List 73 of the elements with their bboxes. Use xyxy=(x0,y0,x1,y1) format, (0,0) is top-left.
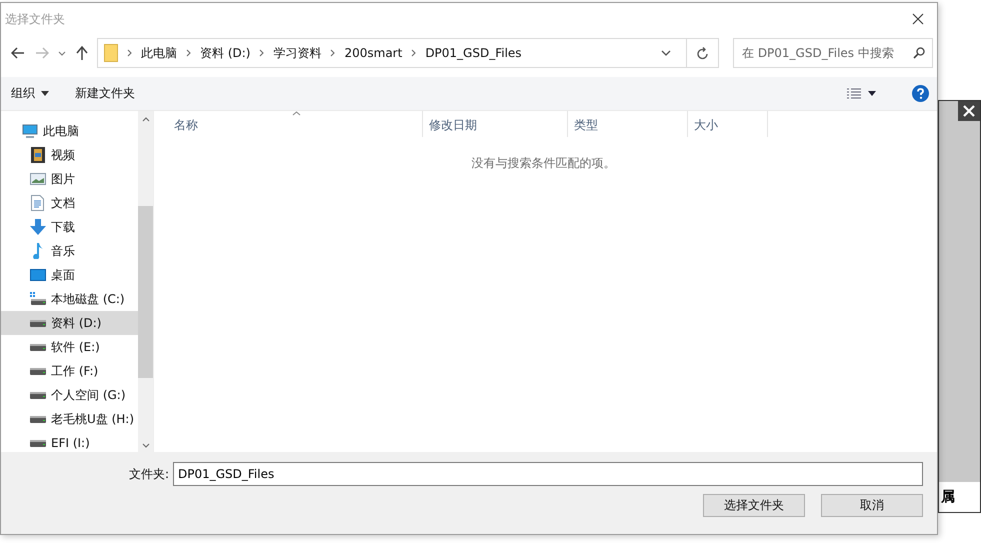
search-icon xyxy=(913,47,925,59)
dropdown-icon[interactable] xyxy=(661,50,671,56)
drive-icon xyxy=(30,320,46,326)
drive-icon xyxy=(30,392,46,398)
empty-message: 没有与搜索条件匹配的项。 xyxy=(470,155,616,172)
column-header[interactable]: 类型 xyxy=(568,111,688,137)
sidebar-item[interactable]: 视频 xyxy=(1,143,138,167)
breadcrumb-item[interactable]: 学习资料 xyxy=(273,44,322,62)
drive-icon xyxy=(30,368,46,374)
sidebar-item[interactable]: 资料 (D:) xyxy=(1,311,138,335)
help-button[interactable] xyxy=(912,85,929,102)
details-view-icon xyxy=(846,88,862,100)
sidebar-item[interactable]: 文档 xyxy=(1,191,138,215)
close-button[interactable] xyxy=(958,101,980,121)
caret-icon xyxy=(868,91,876,96)
column-header[interactable]: 名称 xyxy=(168,111,423,137)
scrollbar-thumb[interactable] xyxy=(138,206,153,378)
close-icon xyxy=(912,13,924,25)
sidebar-item[interactable]: 老毛桃U盘 (H:) xyxy=(1,407,138,431)
dialog-button[interactable]: 取消 xyxy=(821,494,923,517)
chevron-down-icon xyxy=(58,50,66,56)
sidebar-item[interactable]: 本地磁盘 (C:) xyxy=(1,287,138,311)
folder-icon xyxy=(104,44,118,62)
forward-arrow-icon xyxy=(35,47,49,59)
help-icon xyxy=(912,85,929,102)
dialog-button[interactable]: 选择文件夹 xyxy=(703,494,805,517)
breadcrumb-item[interactable]: DP01_GSD_Files xyxy=(425,46,522,60)
drive-icon xyxy=(30,292,46,306)
sidebar-item[interactable]: 软件 (E:) xyxy=(1,335,138,359)
organize-menu-button[interactable]: 组织 xyxy=(7,80,53,106)
drive-icon xyxy=(30,344,46,350)
search-field[interactable]: 在 DP01_GSD_Files 中搜索 xyxy=(733,38,933,68)
sidebar-item[interactable]: 下载 xyxy=(1,215,138,239)
new-folder-button[interactable]: 新建文件夹 xyxy=(71,80,139,106)
scroll-up-icon[interactable] xyxy=(142,117,150,122)
music-note-icon xyxy=(32,243,44,259)
sidebar-item[interactable]: 音乐 xyxy=(1,239,138,263)
window-label: 属 xyxy=(939,482,980,512)
column-header[interactable]: 大小 xyxy=(688,111,768,137)
film-icon xyxy=(30,147,44,163)
caret-icon xyxy=(41,91,49,96)
up-arrow-icon xyxy=(76,46,88,60)
sidebar-item[interactable]: 工作 (F:) xyxy=(1,359,138,383)
back-arrow-icon xyxy=(11,47,25,59)
breadcrumb-item[interactable]: 200smart xyxy=(344,46,402,60)
desktop-icon xyxy=(30,268,46,282)
window-title: 选择文件夹 xyxy=(5,10,65,28)
computer-icon xyxy=(22,124,38,138)
scroll-down-icon[interactable] xyxy=(142,443,150,448)
sort-caret-icon xyxy=(292,111,301,116)
sidebar-item[interactable]: 个人空间 (G:) xyxy=(1,383,138,407)
drive-icon xyxy=(30,416,46,422)
column-header[interactable]: 修改日期 xyxy=(423,111,568,137)
download-arrow-icon xyxy=(30,219,46,235)
refresh-icon xyxy=(696,46,708,60)
chevron-icon xyxy=(330,49,336,57)
folder-label: 文件夹: xyxy=(128,466,169,482)
close-icon xyxy=(963,105,975,117)
address-bar[interactable]: 此电脑 资料 (D:) 学习资料 200smart DP01_GSD_Files xyxy=(97,38,719,68)
sidebar-item[interactable]: 图片 xyxy=(1,167,138,191)
sidebar-item[interactable]: 桌面 xyxy=(1,263,138,287)
chevron-icon xyxy=(127,49,132,57)
drive-icon xyxy=(30,440,46,446)
picture-icon xyxy=(30,173,46,185)
chevron-icon xyxy=(186,49,191,57)
document-icon xyxy=(31,195,44,211)
chevron-icon xyxy=(259,49,264,57)
breadcrumb-item[interactable]: 此电脑 xyxy=(141,44,177,62)
chevron-icon xyxy=(411,49,416,57)
breadcrumb-item[interactable]: 资料 (D:) xyxy=(200,44,250,62)
folder-name-field[interactable]: DP01_GSD_Files xyxy=(173,462,923,486)
sidebar-item[interactable]: 此电脑 xyxy=(1,119,138,143)
sidebar-item[interactable]: EFI (I:) xyxy=(1,431,138,452)
